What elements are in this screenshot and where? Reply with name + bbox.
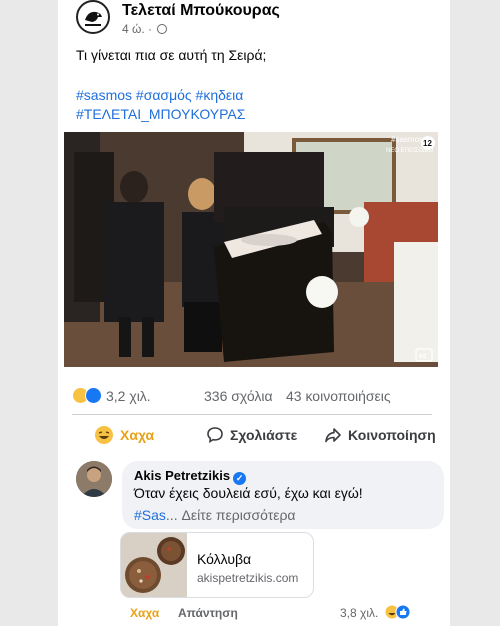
verified-badge-icon: ✓ [233,472,247,485]
shares-count[interactable]: 43 κοινοποιήσεις [286,388,391,404]
link-preview-card[interactable]: Κόλλυβα akispetretzikis.com [120,532,314,598]
comment-reply-button[interactable]: Απάντηση [178,606,238,620]
link-domain: akispetretzikis.com [197,571,299,585]
see-more-link[interactable]: ... Δείτε περισσότερα [166,507,296,523]
comment-reaction-icons[interactable] [384,604,414,620]
comment-author[interactable]: Akis Petretzikis [134,468,230,483]
cc-label: cc [419,353,427,360]
page-name[interactable]: Τελεταί Μπούκουρας [122,2,280,20]
globe-icon [157,24,168,34]
page-avatar[interactable] [76,0,110,34]
hashtags-line-1[interactable]: #sasmos #σασμός #κηδεια [76,86,245,105]
post-video[interactable]: #sasmos ΝΕΟ ΕΠΕΙΣΟΔΙΟ 12 cc [64,132,438,367]
link-title: Κόλλυβα [197,551,252,567]
divider [72,414,432,415]
kollyva-image [121,533,187,597]
avatar-photo [76,461,112,497]
comment-more: #Sas... Δείτε περισσότερα [134,507,296,523]
post-header: Τελεταί Μπούκουρας 4 ώ. · [76,0,436,36]
link-thumbnail [121,533,187,597]
hashtags-line-2[interactable]: #ΤΕΛΕΤΑΙ_ΜΠΟΥΚΟΥΡΑΣ [76,105,245,124]
video-overlay-tag: #sasmos [391,135,423,144]
comment-bubble: Akis Petretzikis ✓ Όταν έχεις δουλειά εσύ… [122,461,444,529]
reactions-count[interactable]: 3,2 χιλ. [106,388,151,404]
crow-logo-icon [79,3,107,31]
reaction-emoji-stack[interactable] [72,386,106,406]
share-icon [325,428,341,443]
comment-reactions-count[interactable]: 3,8 χιλ. [340,606,378,620]
comment-label: Σχολιάστε [230,427,298,443]
comment-text: Όταν έχεις δουλειά εσύ, έχω και εγώ! [134,485,363,501]
post-hashtags: #sasmos #σασμός #κηδεια #ΤΕΛΕΤΑΙ_ΜΠΟΥΚΟΥ… [76,86,245,124]
haha-button[interactable]: Χαχα [94,418,154,452]
haha-label: Χαχα [120,427,155,443]
haha-icon [95,426,113,444]
post-meta: 4 ώ. · [122,22,168,36]
post-actions: Χαχα Σχολιάστε Κοινοποίηση [72,418,444,454]
post-age[interactable]: 4 ώ. · [122,22,152,36]
video-frame: #sasmos ΝΕΟ ΕΠΕΙΣΟΔΙΟ 12 cc [64,132,438,367]
comment-haha-button[interactable]: Χαχα [130,606,159,620]
reactions-bar: 3,2 χιλ. 336 σχόλια 43 κοινοποιήσεις [72,386,432,406]
comment-hashtag[interactable]: #Sas [134,507,166,523]
share-button[interactable]: Κοινοποίηση [324,418,436,452]
comment-button[interactable]: Σχολιάστε [206,418,297,452]
comment-actions: Χαχα Απάντηση 3,8 χιλ. [130,604,450,622]
comment-icon [207,427,223,443]
video-rating: 12 [423,139,432,148]
share-label: Κοινοποίηση [348,427,436,443]
comments-count[interactable]: 336 σχόλια [204,388,273,404]
commenter-avatar[interactable] [76,461,112,497]
like-reaction-icon [85,387,102,404]
post-text: Τι γίνεται πια σε αυτή τη Σειρά; [76,47,267,63]
comment-author-wrap: Akis Petretzikis ✓ [134,468,247,485]
post-card: Τελεταί Μπούκουρας 4 ώ. · Τι γίνεται πια… [58,0,450,626]
